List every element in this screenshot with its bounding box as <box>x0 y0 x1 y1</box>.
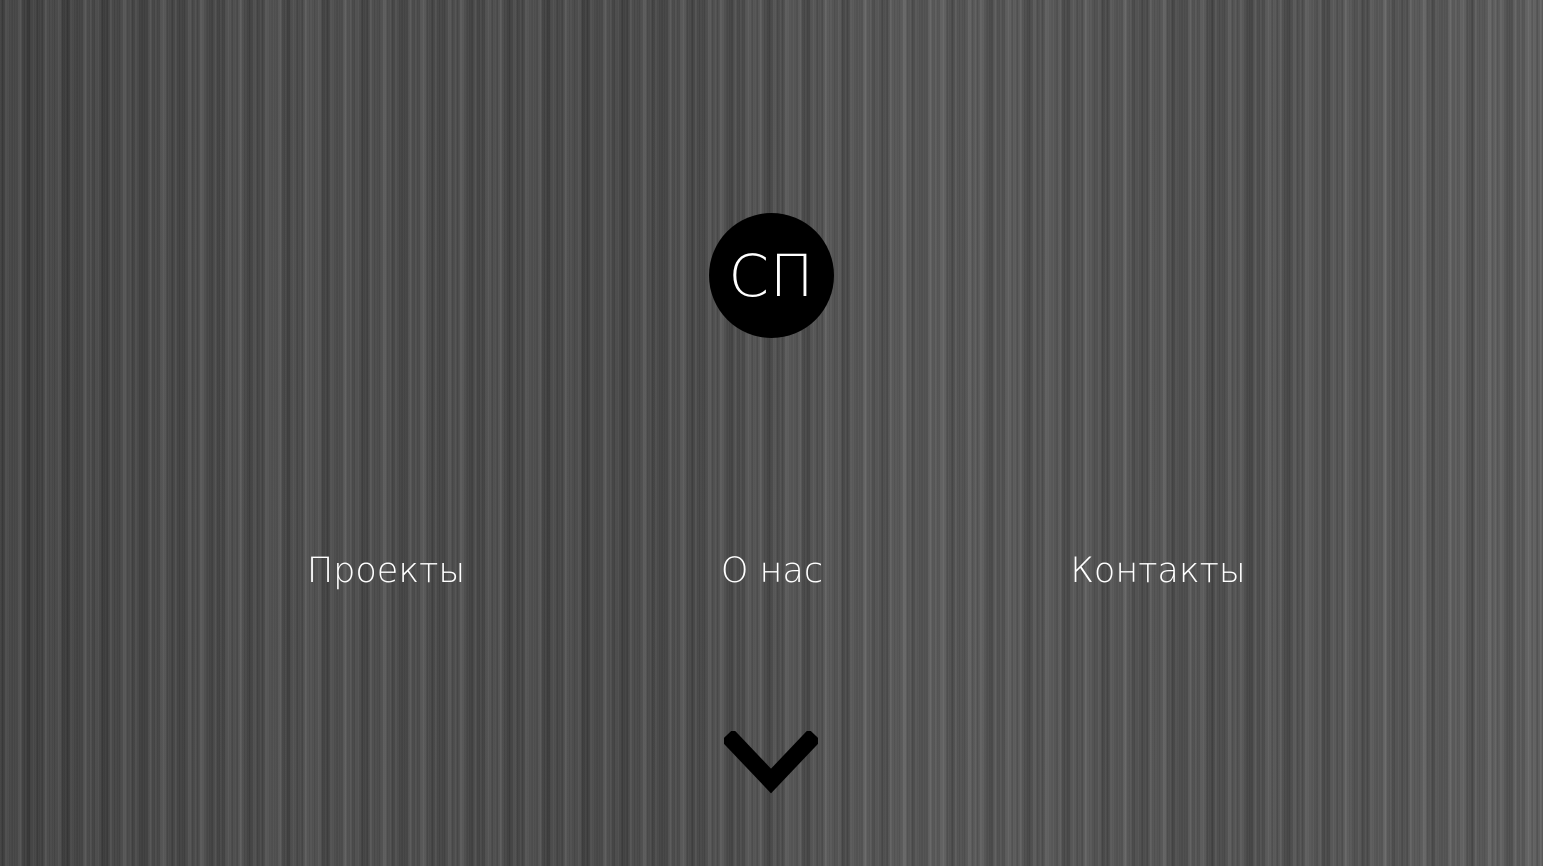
hero-section: СП Проекты О нас Контакты <box>0 0 1543 866</box>
nav-link-projects[interactable]: Проекты <box>236 545 536 597</box>
nav-link-about[interactable]: О нас <box>622 545 922 597</box>
main-navigation: Проекты О нас Контакты <box>0 545 1543 597</box>
logo-text: СП <box>728 241 815 310</box>
logo-button[interactable]: СП <box>709 213 834 338</box>
nav-link-contacts[interactable]: Контакты <box>1008 545 1308 597</box>
chevron-down-icon <box>724 731 818 794</box>
scroll-down-button[interactable] <box>724 731 818 795</box>
